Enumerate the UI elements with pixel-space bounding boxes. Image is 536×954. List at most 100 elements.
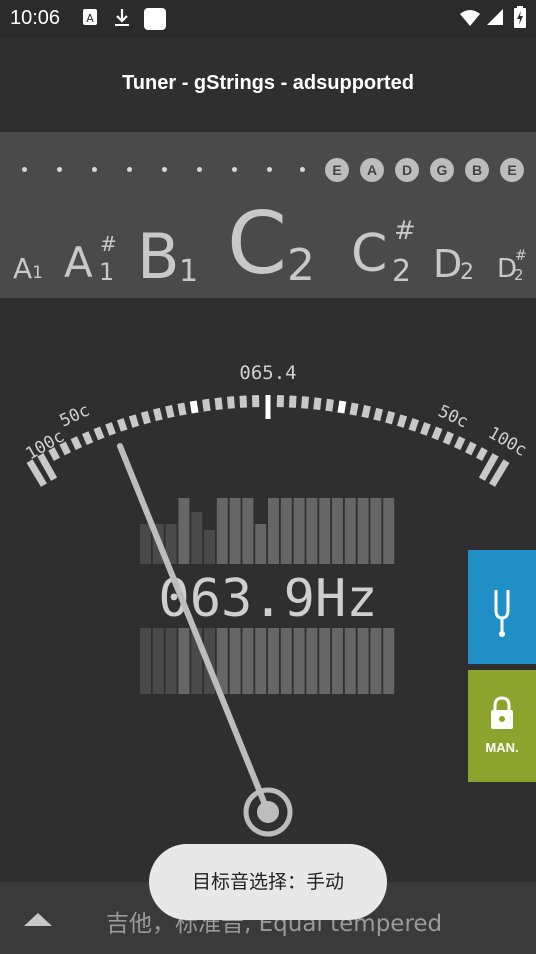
scale-tick [189, 400, 199, 414]
note-octave: 2 [392, 254, 412, 289]
string-button[interactable]: E [500, 158, 524, 182]
string-button[interactable]: G [430, 158, 454, 182]
note-octave: 2 [287, 240, 315, 291]
scale-tick [301, 396, 310, 409]
app-notification-icon [144, 8, 166, 30]
scale-tick [475, 447, 488, 462]
scale-tick [202, 398, 211, 412]
spectrum-bar [370, 498, 382, 564]
spectrum-bar [242, 628, 254, 694]
expand-up-icon[interactable] [23, 910, 53, 930]
note-octave: 1 [99, 258, 115, 286]
scale-tick [478, 453, 499, 481]
spectrum-bar [204, 530, 215, 564]
spectrum-bar [370, 628, 382, 694]
scale-tick [226, 396, 235, 409]
scale-tick [408, 418, 419, 432]
empty-string-dot [22, 167, 27, 172]
note-letter: A [64, 238, 93, 287]
note-letter: C [227, 194, 288, 294]
status-time: 10:06 [10, 7, 61, 29]
scale-tick [70, 436, 83, 451]
scale-tick [214, 397, 223, 411]
scale-tick [152, 407, 163, 422]
scale-tick [337, 400, 347, 414]
scale-tick [361, 405, 371, 419]
string-button[interactable]: B [465, 158, 489, 182]
spectrum-bar [332, 498, 343, 564]
empty-string-dot [127, 167, 132, 172]
note-sharp: # [515, 248, 527, 264]
scale-tick [140, 410, 151, 425]
manual-mode-button[interactable]: MAN. [468, 670, 536, 782]
string-button[interactable]: A [360, 158, 384, 182]
note-letter: D [433, 242, 463, 286]
spectrum-bar [242, 498, 254, 564]
scale-label-right-50: 50c [435, 401, 471, 432]
scale-tick [385, 410, 396, 425]
scale-tick [349, 402, 359, 416]
empty-string-dot [232, 167, 237, 172]
font-icon: A [83, 9, 97, 25]
empty-string-dot [197, 167, 202, 172]
spectrum-bar [280, 498, 292, 564]
spectrum-bar [178, 498, 190, 564]
string-selector: E A D G B E [0, 154, 536, 184]
tuning-fork-icon [494, 590, 510, 637]
svg-text:A: A [86, 12, 94, 25]
spectrum-bar [332, 628, 343, 694]
scale-tick [453, 436, 466, 451]
scale-tick [82, 431, 94, 446]
note-sharp: # [100, 232, 117, 256]
spectrum-bar [383, 498, 395, 564]
gauge-svg: 065.4 100c 50c 50c 100c 063.9Hz [23, 362, 530, 837]
scale-tick [128, 414, 140, 428]
spectrum-bar [357, 498, 369, 564]
note-sharp: # [394, 216, 416, 246]
spectrum-bar [268, 628, 279, 694]
note-octave: 2 [514, 266, 524, 284]
spectrum-bar [293, 498, 305, 564]
note-panel: E A D G B E A1 A # 1 B 1 C 2 C # 2 D 2 D… [0, 132, 536, 298]
spectrum-bar [229, 498, 241, 564]
scale-tick [177, 402, 187, 416]
spectrum-bar [268, 498, 279, 564]
note-octave: 1 [32, 263, 43, 283]
note-letter: B [137, 220, 180, 293]
scale-tick [442, 431, 454, 446]
spectrum-bar [255, 628, 267, 694]
spectrum-bar [152, 628, 164, 694]
manual-mode-label: MAN. [485, 740, 519, 755]
scale-label-left-50: 50c [57, 400, 93, 431]
string-button[interactable]: E [325, 158, 349, 182]
tuning-fork-button[interactable] [468, 550, 536, 664]
spectrum-bar [191, 512, 203, 564]
spectrum-bar [344, 628, 356, 694]
spectrum-bar [165, 628, 177, 694]
spectrum-bar [344, 498, 356, 564]
toast-message: 目标音选择：手动 [149, 844, 387, 920]
empty-string-dot [300, 167, 305, 172]
spectrum-bar [140, 524, 151, 564]
scale-tick [105, 422, 116, 436]
target-frequency: 065.4 [239, 362, 296, 384]
note-item[interactable]: C # 2 [351, 216, 431, 289]
string-button[interactable]: D [395, 158, 419, 182]
note-item[interactable]: A1 [13, 252, 43, 285]
scale-tick [239, 395, 248, 408]
note-item[interactable]: D # 2 [497, 248, 533, 288]
scale-tick [431, 426, 443, 441]
battery-icon [514, 6, 526, 28]
scale-tick [373, 407, 384, 422]
spectrum-bar [216, 498, 228, 564]
status-bar: 10:06 A [0, 0, 536, 38]
scale-tick [93, 426, 105, 441]
scale-tick [313, 397, 322, 411]
note-item[interactable]: D 2 [433, 242, 483, 292]
note-item[interactable]: A # 1 [64, 232, 124, 292]
spectrum-bar [319, 628, 331, 694]
note-item[interactable]: B 1 [137, 220, 207, 293]
note-octave: 1 [179, 254, 199, 289]
scale-tick [396, 414, 408, 428]
empty-string-dot [57, 167, 62, 172]
